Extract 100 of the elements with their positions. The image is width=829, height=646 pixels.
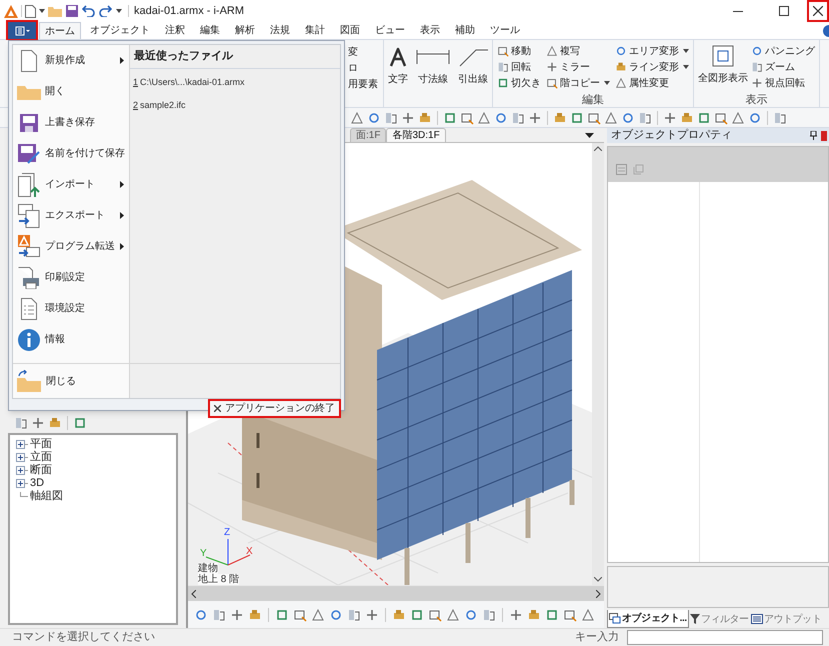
tool-icon[interactable] <box>367 110 381 124</box>
ribbon-button[interactable]: 文字 <box>387 40 409 107</box>
tool-icon[interactable] <box>365 608 379 622</box>
scroll-up-icon[interactable] <box>594 146 602 151</box>
tool-icon[interactable] <box>482 608 496 622</box>
scroll-down-icon[interactable] <box>594 577 602 582</box>
panel-tab[interactable]: オブジェクト... <box>607 610 689 628</box>
ribbon-tab[interactable]: ツール <box>484 22 526 39</box>
ribbon-tab[interactable]: 表示 <box>414 22 446 39</box>
tool-icon[interactable] <box>443 110 457 124</box>
ribbon-button[interactable]: ズーム <box>751 59 815 75</box>
menu-item[interactable]: 閉じる <box>13 364 129 398</box>
tool-icon[interactable] <box>638 110 652 124</box>
redo-icon[interactable] <box>99 5 112 17</box>
ribbon-button[interactable]: 視点回転 <box>751 75 815 91</box>
tool-icon[interactable] <box>604 110 618 124</box>
ribbon-tab[interactable]: ビュー <box>369 22 411 39</box>
tool-icon[interactable] <box>194 608 208 622</box>
ribbon-tab[interactable]: 図面 <box>334 22 366 39</box>
menu-item[interactable]: 環境設定 <box>13 293 129 324</box>
expand-icon[interactable] <box>16 440 28 449</box>
menu-item[interactable]: エクスポート <box>13 200 129 231</box>
tool-icon[interactable] <box>621 110 635 124</box>
ribbon-tab[interactable]: 編集 <box>194 22 226 39</box>
ribbon-tab[interactable]: 注釈 <box>159 22 191 39</box>
tool-icon[interactable] <box>748 110 762 124</box>
tool-icon[interactable] <box>714 110 728 124</box>
expand-icon[interactable] <box>16 466 28 475</box>
menu-item[interactable]: 印刷設定 <box>13 262 129 293</box>
scroll-left-icon[interactable] <box>191 590 196 598</box>
panel-tab[interactable]: アウトプット <box>750 610 822 628</box>
ribbon-tab[interactable]: 解析 <box>229 22 261 39</box>
tool-icon[interactable] <box>663 110 677 124</box>
tool-icon[interactable] <box>773 110 787 124</box>
panel-tab[interactable]: フィルター <box>688 610 750 628</box>
document-icon[interactable] <box>25 4 36 18</box>
tool-icon[interactable] <box>401 110 415 124</box>
tool-icon[interactable] <box>14 416 28 430</box>
pin-icon[interactable] <box>810 131 817 140</box>
key-input-field[interactable] <box>627 630 823 645</box>
tool-icon[interactable] <box>418 110 432 124</box>
recent-file[interactable]: 2 sample2.ifc <box>130 95 340 116</box>
tool-icon[interactable] <box>527 608 541 622</box>
tool-icon[interactable] <box>410 608 424 622</box>
tool-icon[interactable] <box>248 608 262 622</box>
ribbon-button[interactable]: パンニング <box>751 43 815 59</box>
tool-icon[interactable] <box>581 608 595 622</box>
menu-item[interactable]: 情報 <box>13 324 129 355</box>
ribbon-button[interactable]: 階コピー <box>546 75 610 91</box>
tool-icon[interactable] <box>347 608 361 622</box>
ribbon-button[interactable]: 切欠き <box>497 75 541 91</box>
tool-icon[interactable] <box>392 608 406 622</box>
ribbon-button[interactable]: ミラー <box>546 59 610 75</box>
tool-icon[interactable] <box>230 608 244 622</box>
menu-item[interactable]: プログラム転送 <box>13 231 129 262</box>
tool-icon[interactable] <box>494 110 508 124</box>
ribbon-tab[interactable]: 法規 <box>264 22 296 39</box>
tool-icon[interactable] <box>464 608 478 622</box>
tool-icon[interactable] <box>528 110 542 124</box>
tool-icon[interactable] <box>570 110 584 124</box>
ribbon-tab[interactable]: 補助 <box>449 22 481 39</box>
ribbon-tab[interactable]: 集計 <box>299 22 331 39</box>
recent-file[interactable]: 1 C:\Users\...\kadai-01.armx <box>130 72 340 93</box>
tool-icon[interactable] <box>511 110 525 124</box>
tool-icon[interactable] <box>545 608 559 622</box>
ribbon-tab[interactable]: ホーム <box>39 22 81 39</box>
tool-icon[interactable] <box>329 608 343 622</box>
tool-icon[interactable] <box>73 416 87 430</box>
ribbon-button[interactable]: 回転 <box>497 59 541 75</box>
ribbon-button[interactable]: ライン変形 <box>615 59 689 75</box>
ribbon-button[interactable]: 属性変更 <box>615 75 689 91</box>
scroll-right-icon[interactable] <box>596 590 601 598</box>
tool-icon[interactable] <box>563 608 577 622</box>
menu-item[interactable]: インポート <box>13 169 129 200</box>
ribbon-button[interactable]: 複写 <box>546 43 610 59</box>
undo-icon[interactable] <box>82 5 95 17</box>
tool-icon[interactable] <box>428 608 442 622</box>
ribbon-button[interactable]: 引出線 <box>457 40 489 107</box>
tool-icon[interactable] <box>350 110 364 124</box>
ribbon-button[interactable]: 全図形表示 <box>698 43 748 91</box>
exit-application-button[interactable]: アプリケーションの終了 <box>208 399 341 418</box>
view-tab[interactable]: 面:1F <box>350 128 386 142</box>
tree-item[interactable]: 断面 <box>30 462 52 479</box>
ribbon-button[interactable]: 寸法線 <box>415 40 451 107</box>
close-button[interactable] <box>807 0 829 22</box>
tool-icon[interactable] <box>311 608 325 622</box>
ribbon-button[interactable]: 移動 <box>497 43 541 59</box>
menu-item[interactable]: 開く <box>13 76 129 107</box>
tool-icon[interactable] <box>553 110 567 124</box>
ribbon-button[interactable]: エリア変形 <box>615 43 689 59</box>
application-menu-button[interactable] <box>8 22 36 39</box>
tool-icon[interactable] <box>509 608 523 622</box>
menu-item[interactable]: 名前を付けて保存 <box>13 138 129 169</box>
tool-icon[interactable] <box>384 110 398 124</box>
menu-item[interactable]: 新規作成 <box>13 45 129 76</box>
tool-icon[interactable] <box>731 110 745 124</box>
menu-item[interactable]: 上書き保存 <box>13 107 129 138</box>
tree-item[interactable]: 軸組図 <box>30 488 63 505</box>
tool-icon[interactable] <box>697 110 711 124</box>
tool-icon[interactable] <box>587 110 601 124</box>
